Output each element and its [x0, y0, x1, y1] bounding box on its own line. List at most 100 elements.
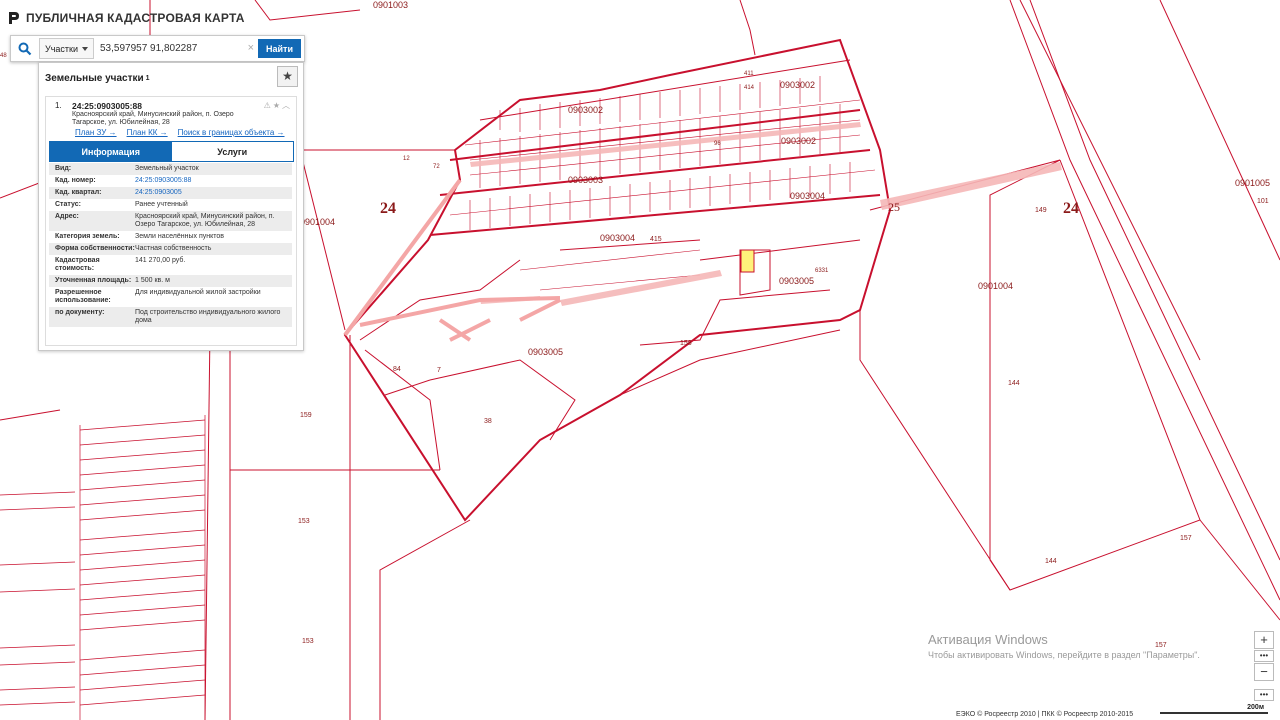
zoom-out-button[interactable]: −	[1254, 663, 1274, 681]
chevron-down-icon	[82, 46, 88, 51]
zoom-controls: + ••• − •••	[1254, 631, 1274, 702]
search-input[interactable]: 53,597957 91,802287 ×	[98, 39, 258, 58]
zoom-in-button[interactable]: +	[1254, 631, 1274, 649]
info-key: Кадастровая стоимость:	[55, 257, 100, 272]
zoom-level-dots-icon: •••	[1254, 650, 1274, 662]
map-label: 0903005	[779, 276, 814, 286]
info-value: 1 500 кв. м	[135, 277, 170, 284]
search-query: 53,597957 91,802287	[100, 43, 198, 54]
info-key: Кад. номер:	[55, 177, 96, 184]
parcel-card: 1. 24:25:0903005:88 Красноярский край, М…	[45, 96, 297, 346]
search-bar: Участки 53,597957 91,802287 × Найти	[10, 35, 305, 62]
activation-title: Активация Windows	[928, 632, 1048, 647]
map-label: 101	[1257, 198, 1269, 205]
more-options-icon[interactable]: •••	[1254, 689, 1274, 701]
search-type-label: Участки	[45, 43, 78, 54]
results-panel: Земельные участки 1 ★ 1. 24:25:0903005:88…	[38, 62, 304, 351]
clear-icon[interactable]: ×	[248, 39, 254, 58]
map-label: 0903003	[568, 175, 603, 185]
info-value: Ранее учтенный	[135, 201, 188, 208]
info-key: Вид:	[55, 165, 72, 172]
map-label: 84	[393, 366, 401, 373]
rosreestr-logo-icon	[9, 12, 19, 24]
scale-label: 200м	[1247, 704, 1264, 711]
map-label: 149	[1035, 207, 1047, 214]
info-row: Адрес: Красноярский край, Минусинский рай…	[49, 211, 292, 231]
map-label: 0903002	[780, 80, 815, 90]
map-label: 0901004	[300, 217, 335, 227]
scale-line	[1160, 712, 1268, 714]
info-tabs: Информация Услуги	[49, 141, 294, 162]
kad-number[interactable]: 24:25:0903005:88	[72, 101, 142, 111]
tab-services[interactable]: Услуги	[171, 142, 293, 161]
map-label: 414	[744, 85, 755, 91]
plan-zu-link[interactable]: План ЗУ →	[75, 128, 117, 137]
search-type-dropdown[interactable]: Участки	[39, 38, 94, 59]
map-label: 158	[680, 340, 692, 347]
card-action-icons[interactable]: ⚠★︿	[264, 100, 292, 111]
info-key: Форма собственности:	[55, 245, 135, 252]
map-label: 144	[1008, 380, 1020, 387]
map-label: 38	[484, 418, 492, 425]
info-value: Частная собственность	[135, 245, 212, 252]
info-value-link[interactable]: 24:25:0903005:88	[135, 177, 292, 185]
scale-bar: 200м	[1160, 704, 1270, 716]
info-row: Разрешенное использование: Для индивидуал…	[49, 287, 292, 307]
search-in-bounds-link[interactable]: Поиск в границах объекта →	[178, 128, 285, 137]
map-label: 24	[380, 200, 396, 217]
info-row: Категория земель: Земли населённых пункто…	[49, 231, 292, 243]
map-label: 159	[300, 412, 312, 419]
search-icon[interactable]	[11, 36, 39, 61]
map-label: 0901003	[373, 0, 408, 10]
parcel-links: План ЗУ → План КК → Поиск в границах объ…	[75, 128, 285, 137]
map-label: 12	[403, 156, 410, 162]
map-label: 25	[888, 200, 900, 214]
info-value: Под строительство индивидуального жилого…	[135, 309, 281, 324]
map-label: 72	[433, 164, 440, 170]
map-label: 48	[0, 53, 7, 59]
map-label: 7	[437, 367, 441, 374]
panel-header: Земельные участки 1	[39, 63, 303, 93]
map-label: 415	[650, 236, 662, 243]
app-title-text: ПУБЛИЧНАЯ КАДАСТРОВАЯ КАРТА	[26, 11, 245, 25]
find-button[interactable]: Найти	[258, 39, 301, 58]
map-label: 0903002	[781, 136, 816, 146]
info-row: Кад. квартал: 24:25:0903005	[49, 187, 292, 199]
favorite-star-icon[interactable]: ★	[277, 66, 298, 87]
info-row: Статус: Ранее учтенный	[49, 199, 292, 211]
copyright-text: ЕЭКО © Росреестр 2010 | ПКК © Росреестр …	[956, 711, 1134, 718]
item-number: 1.	[55, 101, 62, 110]
info-key: Адрес:	[55, 213, 79, 220]
result-count: 1	[145, 74, 150, 82]
info-value: Земельный участок	[135, 165, 199, 172]
map-label: 24	[1063, 200, 1079, 217]
windows-activation-watermark: Активация Windows Чтобы активировать Win…	[928, 632, 1200, 660]
activation-text: Чтобы активировать Windows, перейдите в …	[928, 650, 1200, 660]
info-value-link[interactable]: 24:25:0903005	[135, 189, 292, 197]
info-value: Красноярский край, Минусинский район, п.…	[135, 213, 275, 228]
info-key: по документу:	[55, 309, 105, 316]
info-key: Кад. квартал:	[55, 189, 102, 196]
map-label: 0901004	[978, 281, 1013, 291]
info-row: Кад. номер: 24:25:0903005:88	[49, 175, 292, 187]
map-label: 144	[1045, 558, 1057, 565]
selected-parcel[interactable]	[740, 249, 755, 273]
map-label: 0903002	[568, 105, 603, 115]
info-key: Категория земель:	[55, 233, 120, 240]
app-title: ПУБЛИЧНАЯ КАДАСТРОВАЯ КАРТА	[8, 8, 245, 28]
info-key: Разрешенное использование:	[55, 289, 111, 304]
plan-kk-link[interactable]: План КК →	[127, 128, 168, 137]
map-label: 0903004	[600, 233, 635, 243]
info-value: 141 270,00 руб.	[135, 257, 186, 264]
map-label: 153	[298, 518, 310, 525]
map-label: 0903004	[790, 191, 825, 201]
info-value: Для индивидуальной жилой застройки	[135, 289, 261, 296]
info-value: Земли населённых пунктов	[135, 233, 225, 240]
info-row: по документу: Под строительство индивидуа…	[49, 307, 292, 327]
info-table: Вид: Земельный участок Кад. номер: 24:25:0…	[49, 163, 292, 327]
panel-title: Земельные участки	[45, 72, 144, 84]
map-label: 411	[744, 71, 754, 77]
map-label: 157	[1180, 535, 1192, 542]
parcel-address: Красноярский край, Минусинский район, п.…	[72, 111, 234, 126]
tab-information[interactable]: Информация	[50, 142, 172, 161]
